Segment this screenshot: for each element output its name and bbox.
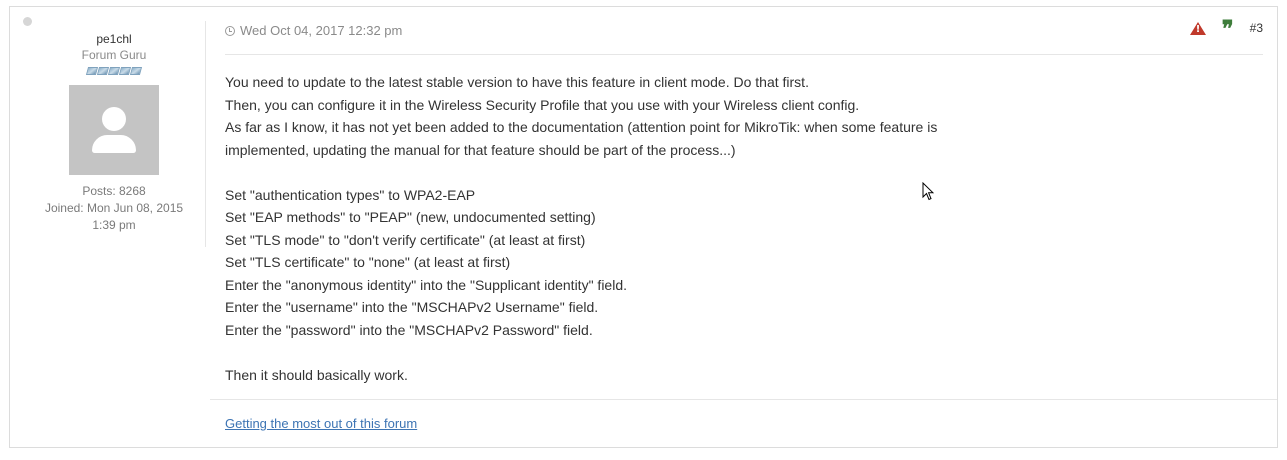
content-line: Then it should basically work. — [225, 366, 408, 383]
author-profile: pe1chl Forum Guru Posts: 8268 Joined: Mo… — [35, 21, 193, 234]
avatar[interactable] — [69, 85, 159, 175]
profile-divider — [205, 21, 206, 247]
content-line: As far as I know, it has not yet been ad… — [225, 119, 938, 135]
content-line: Set "TLS mode" to "don't verify certific… — [225, 231, 586, 248]
content-line: Set "TLS certificate" to "none" (at leas… — [225, 254, 511, 270]
post-date-text: Wed Oct 04, 2017 12:32 pm — [240, 23, 403, 38]
rank-star-icon — [129, 67, 143, 75]
author-rank: Forum Guru — [81, 48, 147, 62]
rank-stars-icon — [35, 67, 193, 76]
post-date: Wed Oct 04, 2017 12:32 pm — [225, 23, 402, 39]
content-line: Then, you can configure it in the Wirele… — [225, 96, 860, 113]
content-line: implemented, updating the manual for tha… — [225, 141, 736, 158]
content-blank-line — [225, 341, 937, 364]
quote-icon[interactable]: ❞ — [1222, 18, 1234, 40]
signature-divider — [210, 399, 1277, 400]
author-joined-date: Joined: Mon Jun 08, 2015 — [44, 201, 184, 215]
forum-post: pe1chl Forum Guru Posts: 8268 Joined: Mo… — [9, 6, 1278, 448]
warning-triangle-icon[interactable] — [1189, 21, 1206, 35]
content-line: Enter the "anonymous identity" into the … — [225, 276, 628, 293]
author-joined-time: 1:39 pm — [92, 218, 136, 232]
clock-icon — [225, 26, 235, 36]
content-blank-line — [225, 161, 937, 184]
content-line: You need to update to the latest stable … — [225, 74, 809, 90]
post-header: Wed Oct 04, 2017 12:32 pm ❞ #3 — [225, 18, 1263, 55]
avatar-placeholder-body — [92, 135, 136, 153]
online-status-icon — [23, 17, 32, 26]
mouse-cursor-icon — [922, 182, 934, 201]
avatar-placeholder-icon — [102, 107, 126, 131]
post-number-link[interactable]: #3 — [1250, 21, 1263, 35]
author-username[interactable]: pe1chl — [35, 31, 193, 47]
signature-link[interactable]: Getting the most out of this forum — [225, 416, 417, 431]
content-line: Enter the "password" into the "MSCHAPv2 … — [225, 321, 593, 338]
post-content: You need to update to the latest stable … — [225, 71, 937, 386]
author-post-count: Posts: 8268 — [82, 184, 146, 198]
content-line: Set "EAP methods" to "PEAP" (new, undocu… — [225, 209, 596, 225]
content-line: Set "authentication types" to WPA2-EAP — [225, 186, 476, 203]
post-actions: ❞ #3 — [1189, 18, 1263, 40]
content-line: Enter the "username" into the "MSCHAPv2 … — [225, 299, 599, 315]
